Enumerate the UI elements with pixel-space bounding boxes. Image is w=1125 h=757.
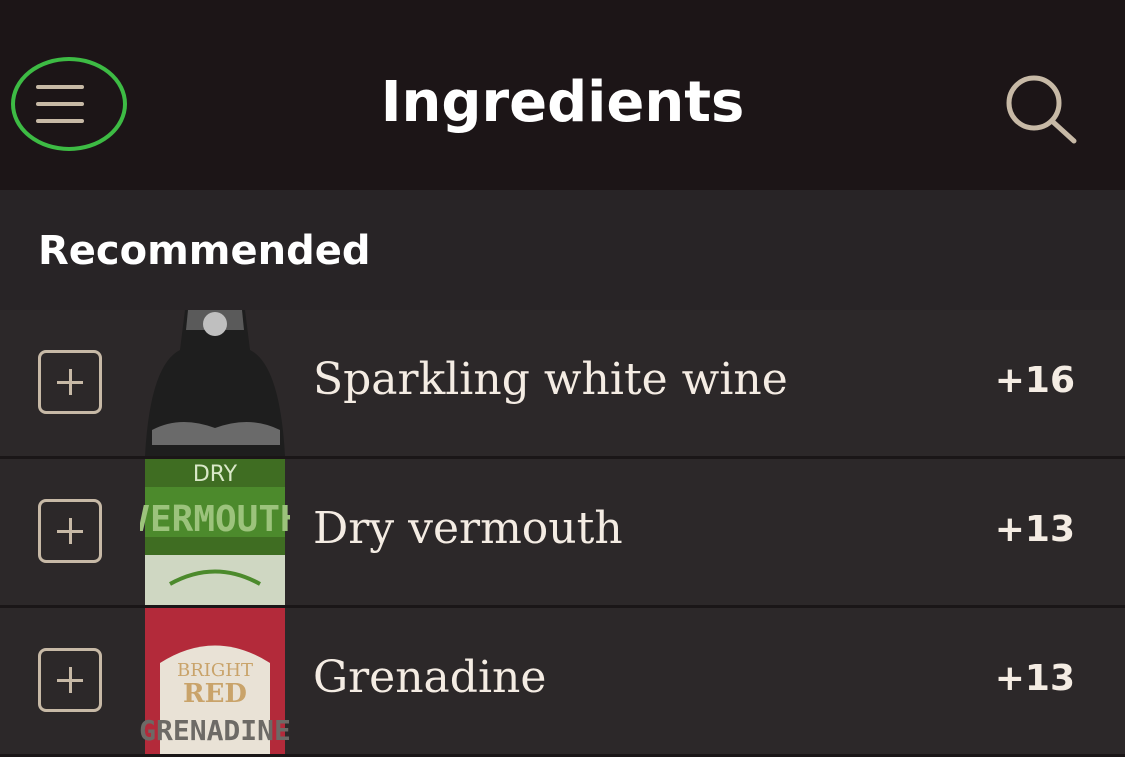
bottle-label-text: DRY bbox=[193, 462, 238, 487]
page-title: Ingredients bbox=[380, 70, 745, 135]
add-button[interactable] bbox=[38, 648, 102, 712]
bottle-image: BRIGHT RED GRENADINE bbox=[140, 608, 290, 754]
bottle-label-text: RED bbox=[183, 679, 247, 709]
search-icon bbox=[1006, 75, 1077, 144]
add-button[interactable] bbox=[38, 350, 102, 414]
add-button[interactable] bbox=[38, 499, 102, 563]
recipe-count: +13 bbox=[994, 509, 1075, 550]
ingredient-name: Sparkling white wine bbox=[313, 354, 788, 405]
app-header: Ingredients bbox=[0, 0, 1125, 190]
list-item[interactable]: Sparkling white wine +16 bbox=[0, 310, 1125, 459]
bottle-label-text: GRENADINE bbox=[140, 714, 290, 747]
section-title: Recommended bbox=[38, 228, 371, 274]
bottle-label-text: BRIGHT bbox=[177, 660, 253, 681]
list-item[interactable]: BRIGHT RED GRENADINE Grenadine +13 bbox=[0, 608, 1125, 757]
ingredient-name: Grenadine bbox=[313, 652, 547, 703]
ingredient-thumbnail: BRIGHT RED GRENADINE bbox=[140, 608, 290, 754]
ingredient-name: Dry vermouth bbox=[313, 503, 623, 554]
recommended-section-header: Recommended bbox=[0, 190, 1125, 310]
recipe-count: +13 bbox=[994, 658, 1075, 699]
bottle-image: DRY VERMOUTH bbox=[140, 459, 290, 605]
ingredient-thumbnail bbox=[140, 310, 290, 456]
search-button[interactable] bbox=[1000, 75, 1080, 145]
bottle-image bbox=[140, 310, 290, 456]
ingredient-thumbnail: DRY VERMOUTH bbox=[140, 459, 290, 605]
list-item[interactable]: DRY VERMOUTH Dry vermouth +13 bbox=[0, 459, 1125, 608]
recipe-count: +16 bbox=[994, 360, 1075, 401]
bottle-label-text: VERMOUTH bbox=[140, 499, 290, 540]
